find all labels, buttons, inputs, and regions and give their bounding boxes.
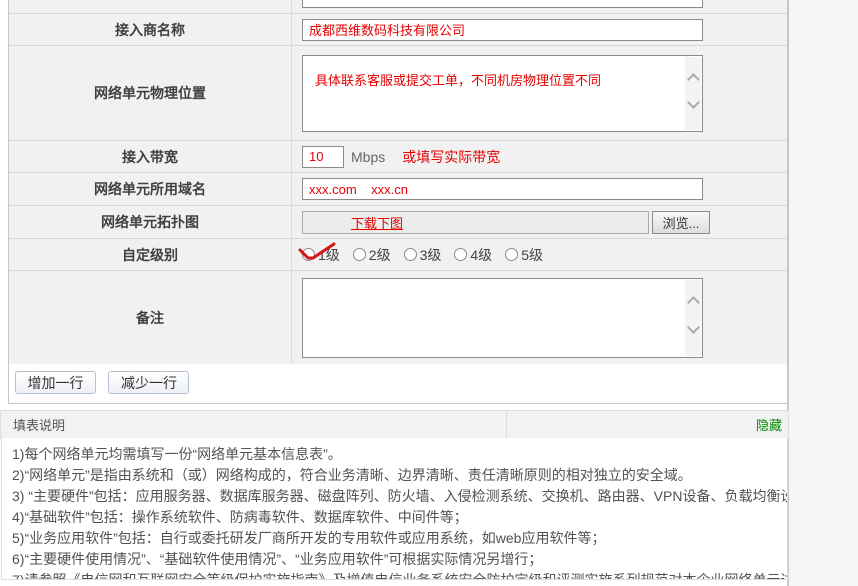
note-line: 6)“主要硬件使用情况”、“基础软件使用情况”、“业务应用软件”可根据实际情况另… <box>12 549 779 570</box>
provider-label: 接入商名称 <box>9 14 292 45</box>
scroll-up-icon[interactable] <box>689 73 697 81</box>
remove-row-button[interactable]: 减少一行 <box>108 371 189 394</box>
note-line: 2)“网络单元”是指由系统和（或）网络构成的，符合业务清晰、边界清晰、责任清晰原… <box>12 465 779 486</box>
note-line: 3) “主要硬件”包括：应用服务器、数据库服务器、磁盘阵列、防火墙、入侵检测系统… <box>12 486 779 507</box>
radio-circle-icon[interactable] <box>404 248 417 261</box>
form-row-level: 自定级别 1级 2级 3级 <box>9 239 787 271</box>
location-scrollbar[interactable] <box>685 57 701 130</box>
radio-level-2-label: 2级 <box>369 245 391 265</box>
form-row-location: 网络单元物理位置 具体联系客服或提交工单，不同机房物理位置不同 <box>9 46 787 141</box>
radio-circle-icon[interactable] <box>505 248 518 261</box>
radio-circle-icon[interactable] <box>353 248 366 261</box>
radio-level-1-label: 1级 <box>318 245 340 265</box>
provider-input[interactable] <box>302 19 703 41</box>
radio-level-3-label: 3级 <box>420 245 442 265</box>
note-line: 5)“业务应用软件”包括：自行或委托研发厂商所开发的专用软件或应用系统，如web… <box>12 528 779 549</box>
radio-circle-icon[interactable] <box>454 248 467 261</box>
note-line: 4)“基础软件”包括：操作系统软件、防病毒软件、数据库软件、中间件等； <box>12 507 779 528</box>
add-row-button[interactable]: 增加一行 <box>15 371 96 394</box>
scroll-down-icon[interactable] <box>689 99 697 107</box>
scroll-up-icon[interactable] <box>689 296 697 304</box>
location-label: 网络单元物理位置 <box>9 46 292 140</box>
note-line: 1)每个网络单元均需填写一份“网络单元基本信息表”。 <box>12 444 779 465</box>
partial-row-input[interactable] <box>302 0 703 8</box>
browse-button[interactable]: 浏览... <box>652 211 710 234</box>
bandwidth-label: 接入带宽 <box>9 141 292 172</box>
radio-level-3[interactable]: 3级 <box>404 245 442 265</box>
network-unit-form: 接入商名称 网络单元物理位置 具体联系客服或提交工单，不同机房物理位置不同 接入… <box>8 0 788 404</box>
level-radio-group: 1级 2级 3级 4级 <box>302 245 556 265</box>
radio-level-5[interactable]: 5级 <box>505 245 543 265</box>
form-row-domains: 网络单元所用域名 <box>9 173 787 206</box>
partial-row-label <box>9 0 292 13</box>
radio-level-1[interactable]: 1级 <box>302 245 340 265</box>
notes-header-bar: 填表说明 隐藏 <box>0 410 789 439</box>
level-label: 自定级别 <box>9 239 292 270</box>
form-row-topology: 网络单元拓扑图 下载下图 浏览... <box>9 206 787 239</box>
remark-scrollbar[interactable] <box>685 280 701 356</box>
radio-level-4[interactable]: 4级 <box>454 245 492 265</box>
bandwidth-hint: 或填写实际带宽 <box>402 147 500 167</box>
form-actions-bar: 增加一行 减少一行 <box>9 364 787 403</box>
radio-level-2[interactable]: 2级 <box>353 245 391 265</box>
remark-textarea[interactable] <box>303 279 702 357</box>
form-row-remark: 备注 <box>9 271 787 364</box>
notes-body: 1)每个网络单元均需填写一份“网络单元基本信息表”。 2)“网络单元”是指由系统… <box>1 438 788 580</box>
domains-input[interactable] <box>302 178 703 200</box>
location-textarea[interactable]: 具体联系客服或提交工单，不同机房物理位置不同 <box>303 56 702 131</box>
note-line: 7)请参照《电信网和互联网安全等级保护实施指南》及增值电信业务系统安全防护定级和… <box>12 570 779 580</box>
remark-label: 备注 <box>9 271 292 364</box>
page-content: 接入商名称 网络单元物理位置 具体联系客服或提交工单，不同机房物理位置不同 接入… <box>0 0 789 586</box>
radio-circle-icon[interactable] <box>302 248 315 261</box>
notes-title: 填表说明 <box>1 411 507 438</box>
bandwidth-input[interactable] <box>302 146 344 168</box>
topology-file-field[interactable]: 下载下图 <box>302 211 649 234</box>
radio-level-4-label: 4级 <box>470 245 492 265</box>
domains-label: 网络单元所用域名 <box>9 173 292 205</box>
form-row-provider: 接入商名称 <box>9 14 787 46</box>
scroll-down-icon[interactable] <box>689 324 697 332</box>
hide-notes-link[interactable]: 隐藏 <box>756 415 782 434</box>
download-image-link[interactable]: 下载下图 <box>351 213 403 232</box>
topology-label: 网络单元拓扑图 <box>9 206 292 238</box>
form-row-partial <box>9 0 787 14</box>
bandwidth-unit: Mbps <box>351 149 385 165</box>
radio-level-5-label: 5级 <box>521 245 543 265</box>
form-row-bandwidth: 接入带宽 Mbps 或填写实际带宽 <box>9 141 787 173</box>
